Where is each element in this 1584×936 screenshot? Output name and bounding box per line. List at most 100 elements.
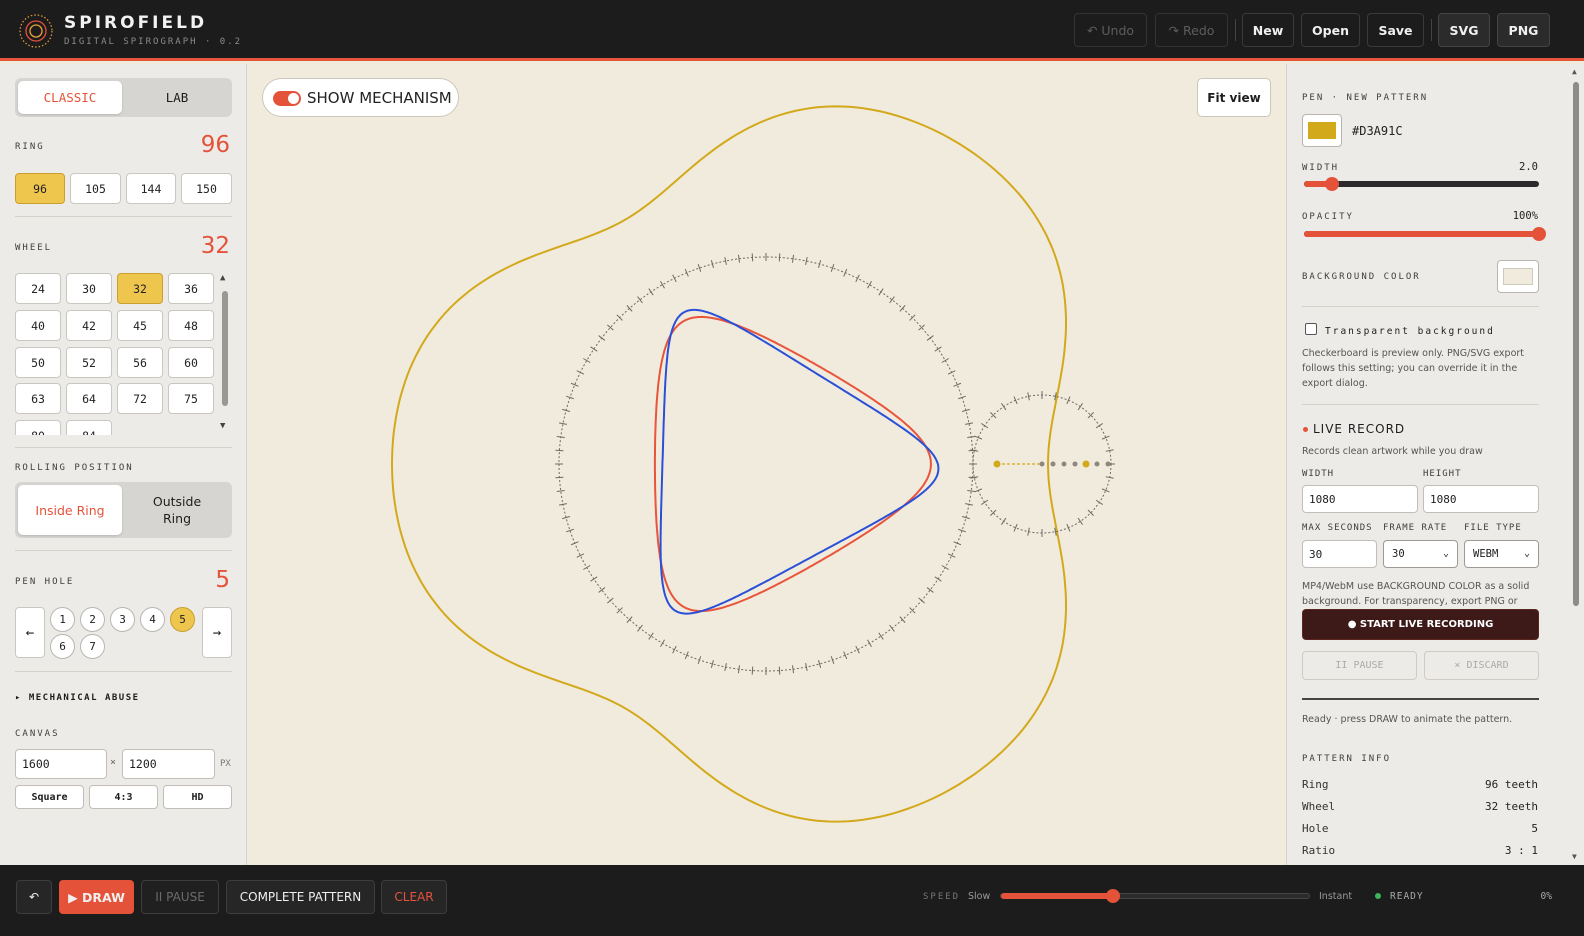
width-slider-knob[interactable]: [1325, 177, 1339, 191]
record-height-label: HEIGHT: [1423, 469, 1462, 479]
undo-icon-button[interactable]: ↶: [16, 880, 52, 914]
preset-hd-button[interactable]: HD: [163, 785, 232, 809]
canvas-unit-label: PX: [220, 759, 231, 769]
draw-button[interactable]: ▶ DRAW: [59, 880, 134, 914]
outside-ring-button[interactable]: Outside Ring: [125, 485, 229, 535]
drawing-canvas[interactable]: SHOW MECHANISM Fit view: [248, 64, 1285, 865]
pen-hole-option[interactable]: 2: [80, 607, 105, 632]
record-width-input[interactable]: 1080: [1302, 485, 1418, 513]
app-title: SPIROFIELD: [64, 13, 208, 33]
background-color-swatch[interactable]: [1497, 260, 1539, 293]
record-pause-button[interactable]: II PAUSE: [1302, 651, 1417, 680]
max-seconds-input[interactable]: 30: [1302, 540, 1377, 568]
wheel-option[interactable]: 84: [66, 420, 112, 435]
wheel-scrollbar[interactable]: ▲ ▼: [219, 273, 231, 435]
new-button[interactable]: New: [1242, 13, 1294, 47]
wheel-option[interactable]: 40: [15, 310, 61, 341]
right-panel-scrollbar[interactable]: ▲ ▼: [1568, 64, 1584, 865]
wheel-option[interactable]: 63: [15, 383, 61, 414]
wheel-option[interactable]: 64: [66, 383, 112, 414]
start-live-recording-button[interactable]: ● START LIVE RECORDING: [1302, 609, 1539, 640]
gear-tooth: [660, 639, 665, 647]
speed-slider[interactable]: [1000, 889, 1310, 903]
canvas-times-label: ×: [110, 757, 117, 768]
complete-pattern-button[interactable]: COMPLETE PATTERN: [226, 880, 375, 914]
gear-tooth: [751, 253, 754, 262]
width-value: 2.0: [1519, 161, 1538, 173]
wheel-option[interactable]: 56: [117, 347, 163, 378]
inside-ring-button[interactable]: Inside Ring: [18, 485, 122, 535]
gear-tooth: [672, 274, 677, 283]
file-type-select[interactable]: WEBM ⌄: [1464, 540, 1539, 568]
wheel-option[interactable]: 60: [168, 347, 214, 378]
ring-option[interactable]: 105: [70, 173, 121, 204]
bottom-toolbar: ↶ ▶ DRAW II PAUSE COMPLETE PATTERN CLEAR…: [0, 865, 1584, 936]
canvas-width-input[interactable]: 1600: [15, 749, 107, 779]
wheel-option[interactable]: 52: [66, 347, 112, 378]
undo-button[interactable]: ↶ Undo: [1074, 13, 1147, 47]
gear-tooth: [672, 645, 677, 654]
transparent-checkbox[interactable]: [1305, 323, 1317, 335]
scroll-thumb[interactable]: [1573, 82, 1579, 606]
wheel-option[interactable]: 36: [168, 273, 214, 304]
wheel-option[interactable]: 75: [168, 383, 214, 414]
wheel-option[interactable]: 45: [117, 310, 163, 341]
hole-prev-button[interactable]: ←: [15, 607, 45, 658]
show-mechanism-toggle[interactable]: SHOW MECHANISM: [262, 78, 459, 117]
gear-tooth: [637, 624, 643, 632]
ring-option[interactable]: 144: [126, 173, 176, 204]
export-svg-button[interactable]: SVG: [1438, 13, 1490, 47]
gear-tooth: [558, 422, 567, 425]
pen-color-swatch[interactable]: [1302, 114, 1342, 147]
scroll-down-icon[interactable]: ▼: [220, 421, 225, 431]
scroll-down-icon[interactable]: ▼: [1572, 852, 1577, 861]
export-png-button[interactable]: PNG: [1497, 13, 1550, 47]
gear-tooth: [1001, 517, 1007, 525]
preset-4-3-button[interactable]: 4:3: [89, 785, 158, 809]
wheel-hole: [1105, 461, 1111, 467]
frame-rate-select[interactable]: 30 ⌄: [1383, 540, 1458, 568]
wheel-option[interactable]: 30: [66, 273, 112, 304]
scroll-up-icon[interactable]: ▲: [220, 273, 225, 283]
wheel-option[interactable]: 48: [168, 310, 214, 341]
pen-hole-option[interactable]: 5: [170, 607, 195, 632]
pen-hole-option[interactable]: 6: [50, 634, 75, 659]
open-button[interactable]: Open: [1301, 13, 1360, 47]
speed-slider-knob[interactable]: [1106, 889, 1120, 903]
record-height-input[interactable]: 1080: [1423, 485, 1539, 513]
gear-tooth: [941, 358, 949, 363]
pen-hole-option[interactable]: 4: [140, 607, 165, 632]
redo-button[interactable]: ↷ Redo: [1155, 13, 1228, 47]
hole-next-button[interactable]: →: [202, 607, 232, 658]
clear-button[interactable]: CLEAR: [381, 880, 447, 914]
width-slider[interactable]: [1304, 177, 1539, 191]
wheel-option[interactable]: 80: [15, 420, 61, 435]
wheel-option[interactable]: 72: [117, 383, 163, 414]
preset-square-button[interactable]: Square: [15, 785, 84, 809]
pattern-info-label: PATTERN INFO: [1302, 754, 1392, 764]
tab-lab[interactable]: LAB: [125, 81, 229, 114]
tab-classic[interactable]: CLASSIC: [18, 81, 122, 114]
gear-tooth: [637, 296, 643, 304]
canvas-height-input[interactable]: 1200: [122, 749, 215, 779]
fit-view-button[interactable]: Fit view: [1197, 78, 1271, 117]
pen-hole-option[interactable]: 7: [80, 634, 105, 659]
pause-button[interactable]: II PAUSE: [141, 880, 219, 914]
toggle-switch[interactable]: [273, 91, 301, 106]
record-discard-button[interactable]: × DISCARD: [1424, 651, 1539, 680]
save-button[interactable]: Save: [1367, 13, 1424, 47]
mechanical-abuse-toggle[interactable]: ▸ MECHANICAL ABUSE: [15, 693, 140, 703]
scroll-up-icon[interactable]: ▲: [1572, 67, 1577, 76]
wheel-option[interactable]: 50: [15, 347, 61, 378]
pen-hole-option[interactable]: 1: [50, 607, 75, 632]
wheel-option[interactable]: 32: [117, 273, 163, 304]
opacity-slider-knob[interactable]: [1532, 227, 1546, 241]
opacity-slider[interactable]: [1304, 227, 1546, 241]
ring-option[interactable]: 150: [181, 173, 232, 204]
scroll-thumb[interactable]: [222, 291, 228, 406]
width-label: WIDTH: [1302, 163, 1340, 173]
ring-option[interactable]: 96: [15, 173, 65, 204]
pen-hole-option[interactable]: 3: [110, 607, 135, 632]
wheel-option[interactable]: 42: [66, 310, 112, 341]
wheel-option[interactable]: 24: [15, 273, 61, 304]
